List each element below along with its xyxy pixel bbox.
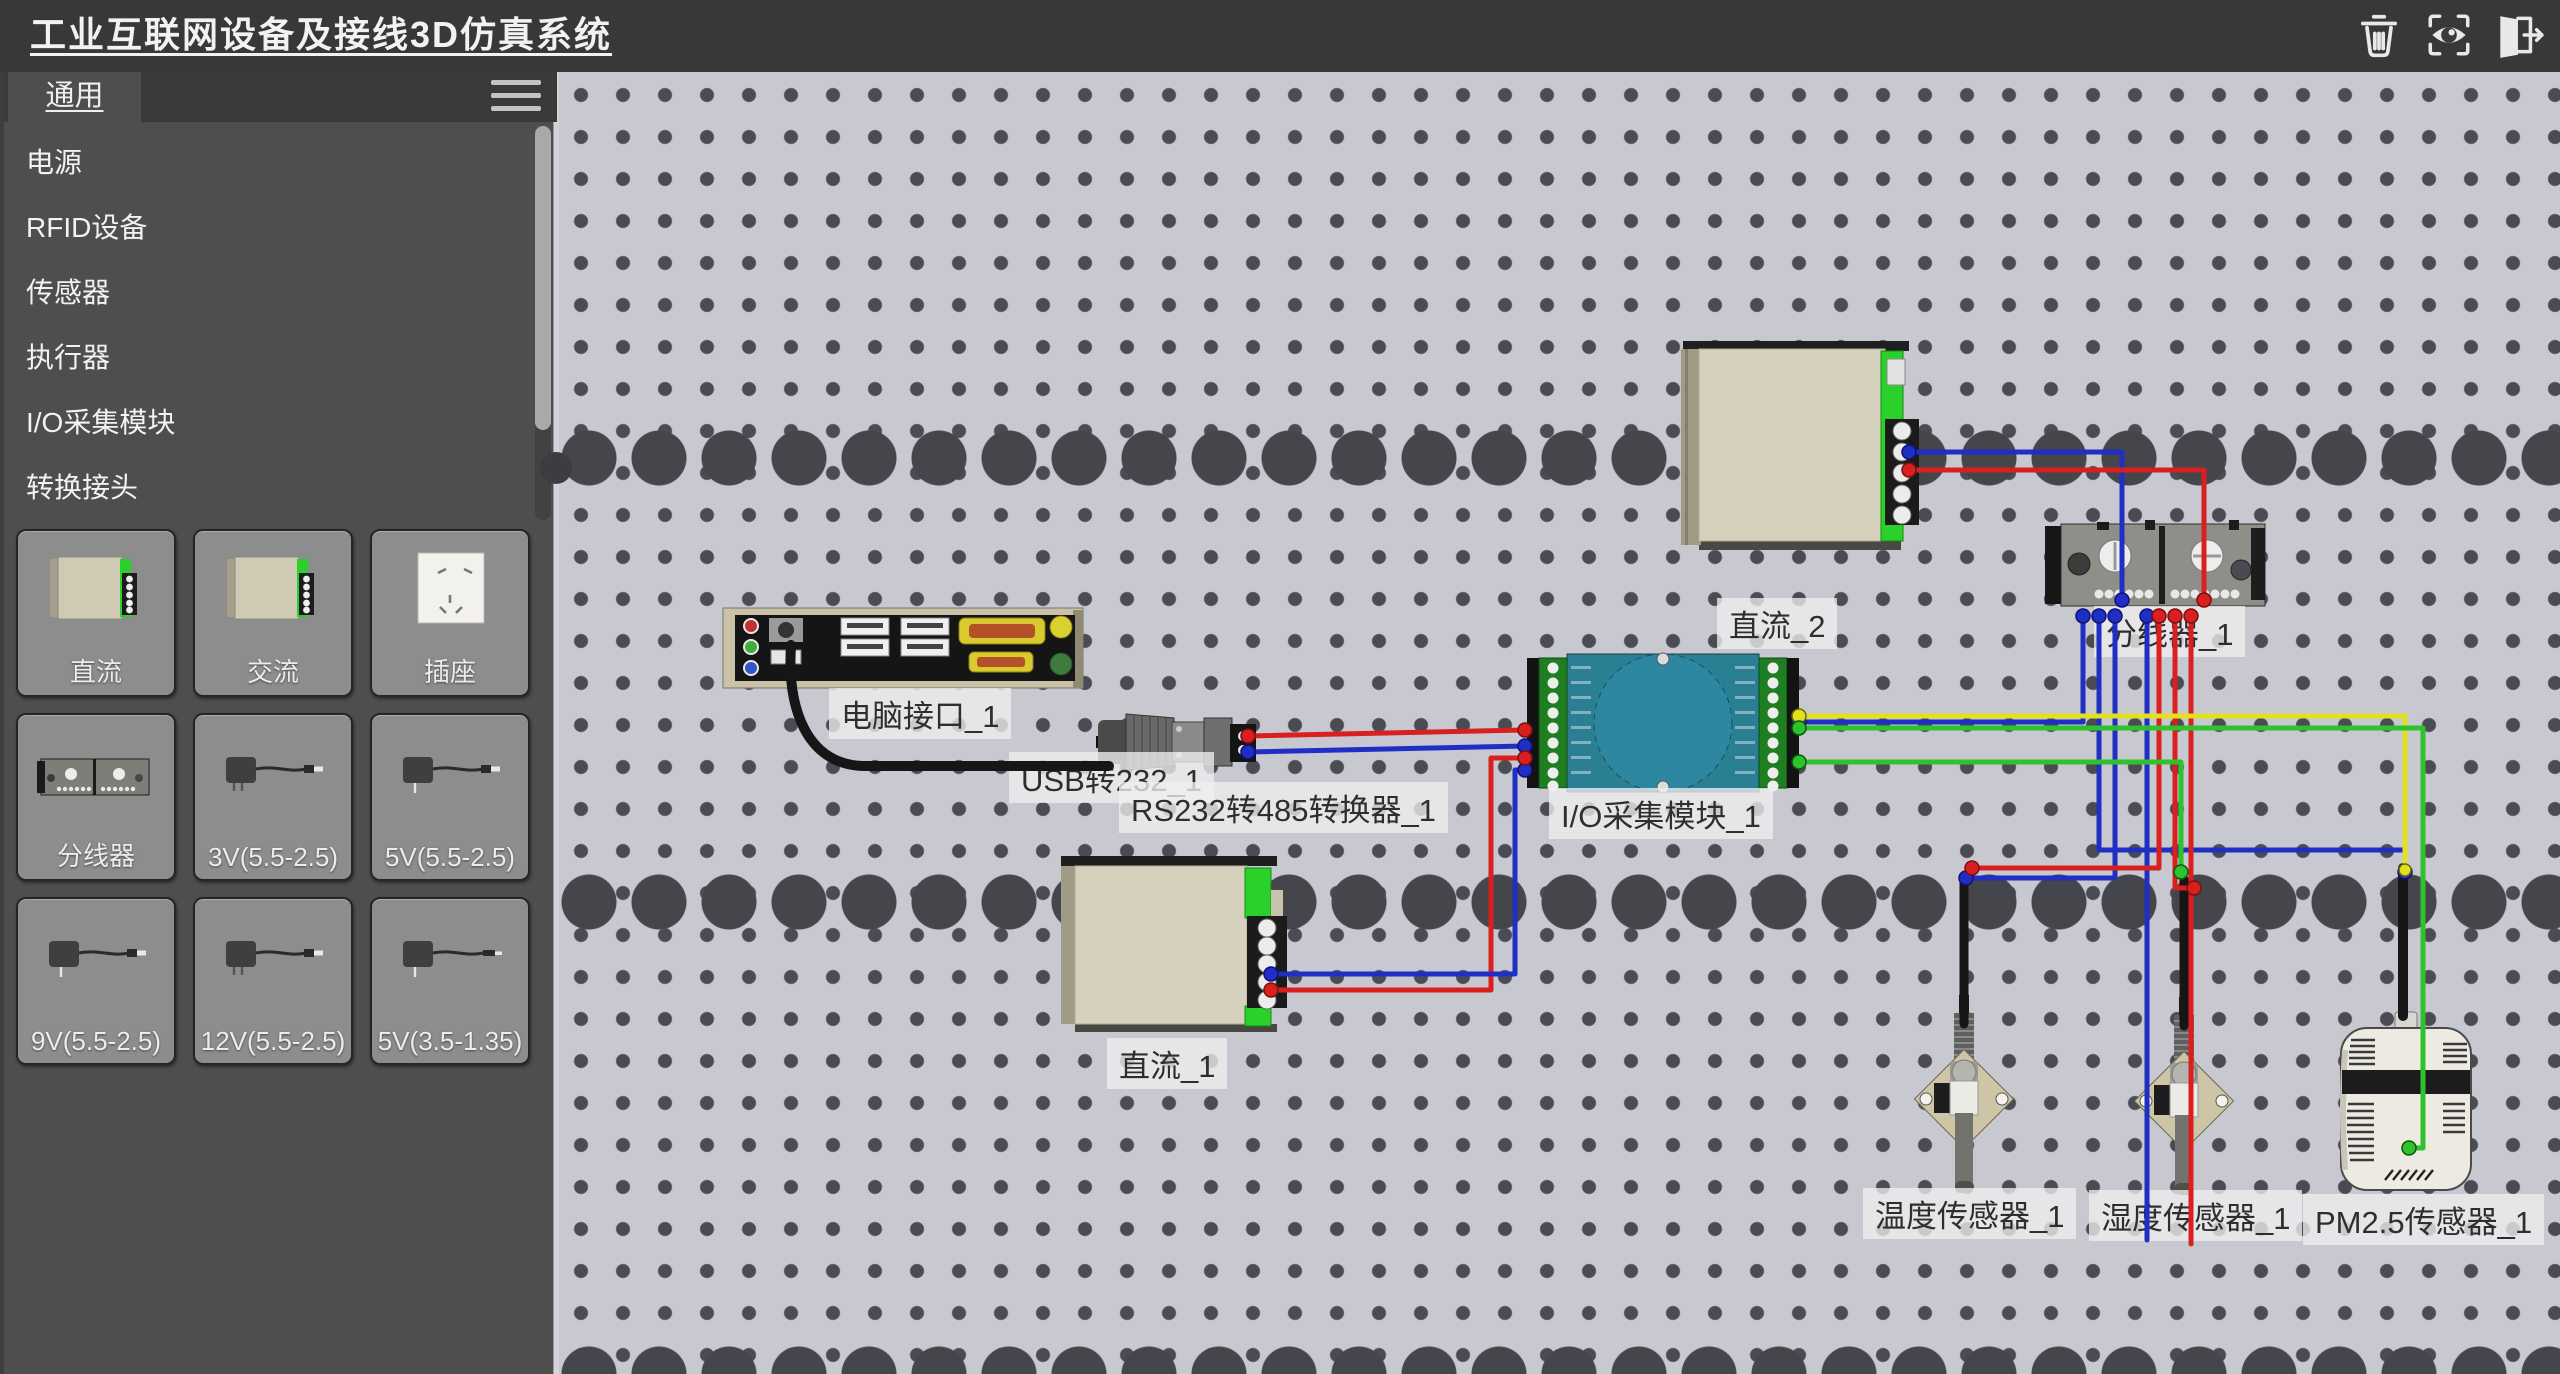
device-palette: 直流 交流 插座 xyxy=(16,529,546,1065)
simulation-canvas[interactable]: 直流_2 电脑接口_1 USB转232_1 RS232转485转换器_1 I/O… xyxy=(553,72,2560,1374)
device-dc-power-2[interactable] xyxy=(1675,335,1925,565)
sidebar-item-actuator[interactable]: 执行器 xyxy=(4,325,524,390)
palette-card-dc[interactable]: 直流 xyxy=(16,529,176,697)
palette-card-9v[interactable]: 9V(5.5-2.5) xyxy=(16,897,176,1065)
pegboard-hole-band xyxy=(554,430,2560,486)
dc-power-graphic xyxy=(1059,854,1299,1038)
sidebar-collapse-handle[interactable] xyxy=(540,452,572,484)
card-label: 5V(5.5-2.5) xyxy=(372,842,528,873)
probe-sensor-graphic xyxy=(2124,997,2244,1207)
palette-card-5v[interactable]: 5V(5.5-2.5) xyxy=(370,713,530,881)
device-label: 直流_1 xyxy=(1107,1038,1227,1089)
device-label: RS232转485转换器_1 xyxy=(1119,782,1448,833)
top-bar: 工业互联网设备及接线3D仿真系统 xyxy=(0,0,2560,72)
device-splitter[interactable] xyxy=(2045,518,2281,619)
device-label: I/O采集模块_1 xyxy=(1549,788,1773,839)
splitter-graphic xyxy=(2045,518,2281,614)
adapter-thumb-icon xyxy=(385,915,515,1007)
sidebar-item-sensor[interactable]: 传感器 xyxy=(4,260,524,325)
sidebar-item-power[interactable]: 电源 xyxy=(4,130,524,195)
splitter-thumb-icon xyxy=(31,731,161,823)
device-io-acquisition-module[interactable] xyxy=(1527,650,1799,801)
io-module-graphic xyxy=(1527,650,1799,796)
device-pc-io-panel[interactable] xyxy=(721,606,1089,697)
sidebar-scrollbar-thumb[interactable] xyxy=(535,126,551,430)
device-temperature-sensor[interactable] xyxy=(1904,995,2024,1210)
menu-icon[interactable] xyxy=(491,80,541,114)
sidebar: 通用 电源 RFID设备 传感器 执行器 I/O采集模块 转换接头 直流 xyxy=(0,72,553,1374)
card-label: 插座 xyxy=(372,652,528,689)
card-label: 5V(3.5-1.35) xyxy=(372,1026,528,1057)
pm25-sensor-graphic xyxy=(2331,1010,2483,1194)
app-title: 工业互联网设备及接线3D仿真系统 xyxy=(30,0,612,70)
adapter-thumb-icon xyxy=(385,731,515,823)
palette-card-5v-small[interactable]: 5V(3.5-1.35) xyxy=(370,897,530,1065)
tab-general[interactable]: 通用 xyxy=(8,72,141,122)
adapter-thumb-icon xyxy=(208,731,338,823)
psu-thumb-icon xyxy=(36,547,156,639)
sidebar-item-rfid[interactable]: RFID设备 xyxy=(4,195,524,260)
device-label: 电脑接口_1 xyxy=(829,688,1011,739)
device-humidity-sensor[interactable] xyxy=(2124,997,2244,1212)
adapter-thumb-icon xyxy=(208,915,338,1007)
device-pm25-sensor[interactable] xyxy=(2331,1010,2483,1199)
socket-thumb-icon xyxy=(390,547,510,639)
view-focus-icon[interactable] xyxy=(2422,8,2476,62)
device-dc-power-1[interactable] xyxy=(1059,854,1299,1043)
card-label: 分线器 xyxy=(18,836,174,873)
palette-card-socket[interactable]: 插座 xyxy=(370,529,530,697)
card-label: 9V(5.5-2.5) xyxy=(18,1026,174,1057)
adapter-thumb-icon xyxy=(31,915,161,1007)
pegboard-hole-band xyxy=(554,1346,2560,1374)
card-label: 直流 xyxy=(18,652,174,689)
palette-card-ac[interactable]: 交流 xyxy=(193,529,353,697)
palette-card-3v[interactable]: 3V(5.5-2.5) xyxy=(193,713,353,881)
device-label: PM2.5传感器_1 xyxy=(2303,1194,2544,1245)
exit-icon[interactable] xyxy=(2492,8,2546,62)
card-label: 3V(5.5-2.5) xyxy=(195,842,351,873)
card-label: 交流 xyxy=(195,652,351,689)
card-label: 12V(5.5-2.5) xyxy=(195,1026,351,1057)
trash-icon[interactable] xyxy=(2352,8,2406,62)
category-list: 电源 RFID设备 传感器 执行器 I/O采集模块 转换接头 xyxy=(4,130,524,520)
device-label: 温度传感器_1 xyxy=(1863,1188,2076,1239)
pegboard-hole-band xyxy=(554,874,2560,930)
sidebar-item-adapter[interactable]: 转换接头 xyxy=(4,455,524,520)
palette-card-12v[interactable]: 12V(5.5-2.5) xyxy=(193,897,353,1065)
pc-panel-graphic xyxy=(721,606,1089,692)
dc-power-graphic xyxy=(1675,335,1925,560)
sidebar-header: 通用 xyxy=(4,72,557,122)
device-label: 分线器_1 xyxy=(2094,606,2245,657)
toolbar-icons xyxy=(2352,8,2546,62)
psu-thumb-icon xyxy=(213,547,333,639)
sidebar-item-io-module[interactable]: I/O采集模块 xyxy=(4,390,524,455)
palette-card-splitter[interactable]: 分线器 xyxy=(16,713,176,881)
probe-sensor-graphic xyxy=(1904,995,2024,1205)
device-label: 直流_2 xyxy=(1717,598,1837,649)
device-label: 湿度传感器_1 xyxy=(2089,1190,2302,1241)
